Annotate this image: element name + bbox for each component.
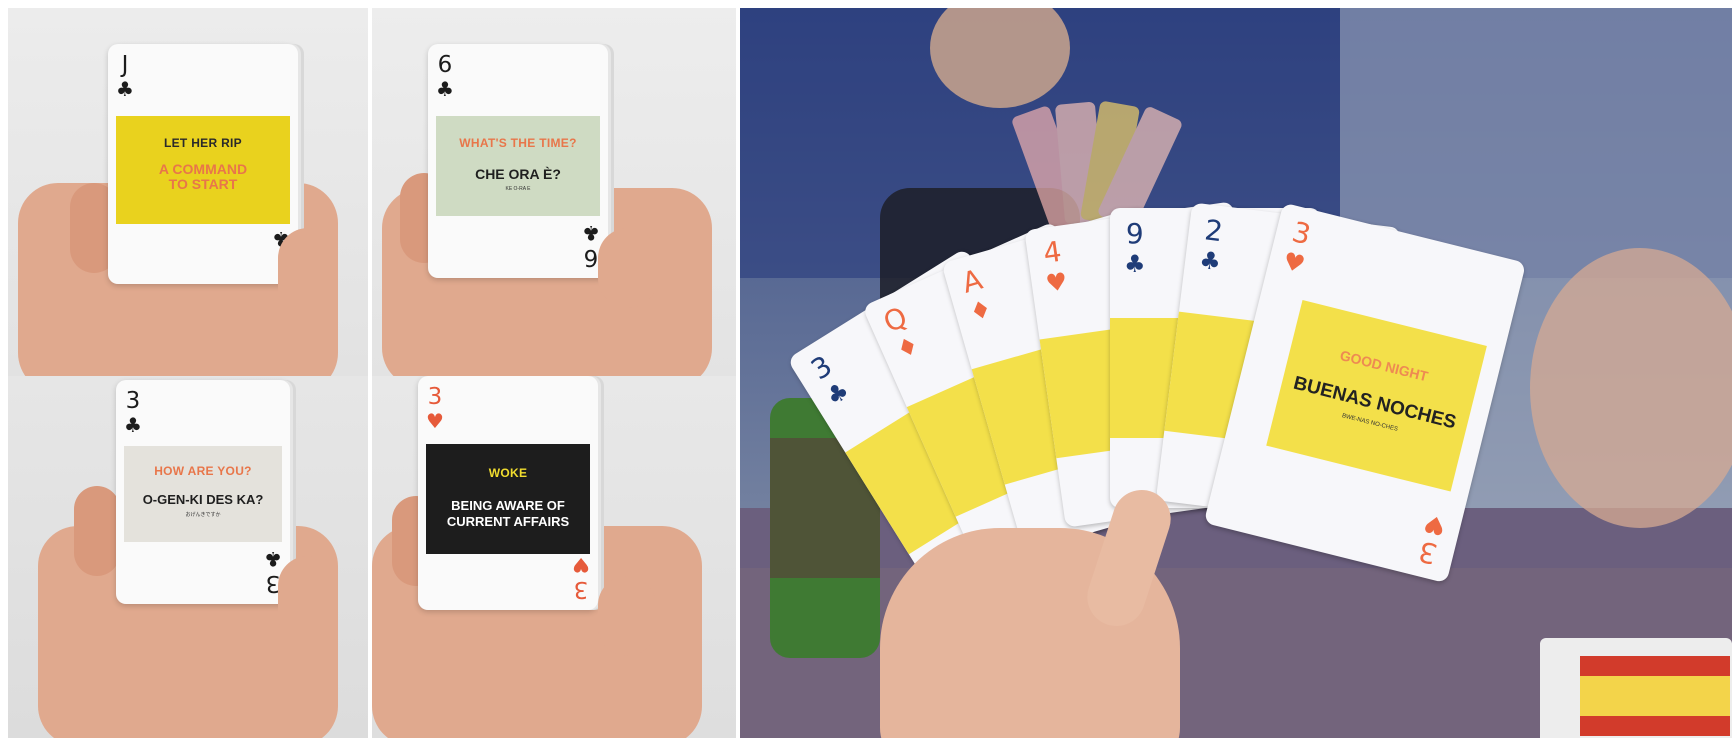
playing-card: 3 ♣ HOW ARE YOU? O-GEN-KI DES KA? おげんきです…	[116, 380, 290, 604]
card-corner-top: 6 ♣	[436, 52, 454, 101]
card-index: 3 ♣	[805, 349, 855, 412]
card-corner-top: 3 ♣	[124, 388, 142, 437]
thumb	[278, 228, 338, 318]
phrase-band: GOOD NIGHT BUENAS NOCHES BWE-NAS NO-CHES	[1266, 300, 1487, 492]
thumb	[74, 486, 120, 576]
club-icon: ♣	[821, 376, 855, 412]
phrase-translation: CHE ORA È?	[475, 166, 561, 182]
club-icon: ♣	[1124, 250, 1146, 278]
heart-icon: ♥	[426, 409, 444, 433]
card-index: 3 ♥	[1280, 215, 1315, 280]
photo-three-of-clubs: 3 ♣ HOW ARE YOU? O-GEN-KI DES KA? おげんきです…	[8, 376, 368, 738]
phrase-translation: BEING AWARE OF CURRENT AFFAIRS	[446, 498, 570, 529]
club-icon: ♣	[124, 413, 142, 437]
card-index: Q ♦	[878, 300, 924, 365]
club-icon: ♣	[1197, 245, 1223, 277]
phrase-band: WOKE BEING AWARE OF CURRENT AFFAIRS	[426, 444, 590, 554]
card-corner-top: 3 ♥	[426, 384, 444, 433]
club-icon: ♣	[582, 221, 600, 245]
playing-card: 6 ♣ WHAT'S THE TIME? CHE ORA È? KE O-RA …	[428, 44, 608, 278]
phrase-band: HOW ARE YOU? O-GEN-KI DES KA? おげんきですか	[124, 446, 282, 542]
phrase-band: LET HER RIP A COMMAND TO START	[116, 116, 290, 224]
photo-card-fan: 3 ♣ Q ♦ A ♦ 4 ♥ 9 ♣ 2 ♣ 3 ♥ GOOD NIGHT BUENAS N…	[740, 8, 1732, 738]
heart-icon: ♥	[1421, 508, 1450, 542]
card-index: 9 ♣	[1124, 217, 1146, 278]
club-icon: ♣	[116, 77, 134, 101]
thumb	[598, 576, 656, 656]
card-corner-bottom: 3 ♥	[1415, 508, 1450, 571]
phrase-phonetic: おげんきですか	[185, 512, 221, 518]
heart-icon: ♥	[1280, 246, 1308, 280]
heart-icon: ♥	[572, 553, 590, 577]
phrase-translation: O-GEN-KI DES KA?	[142, 492, 264, 507]
phrase-english: HOW ARE YOU?	[154, 464, 252, 478]
club-icon: ♣	[436, 77, 454, 101]
club-icon: ♣	[264, 547, 282, 571]
diamond-icon: ♦	[892, 330, 924, 365]
card-index: 2 ♣	[1197, 213, 1225, 277]
phrase-english: WOKE	[488, 466, 528, 480]
phrase-english: LET HER RIP	[164, 136, 242, 150]
card-corner-bottom: 3 ♥	[572, 553, 590, 602]
photo-jack-of-clubs: J ♣ LET HER RIP A COMMAND TO START J ♣	[8, 8, 368, 376]
phrase-band: WHAT'S THE TIME? CHE ORA È? KE O-RA E	[436, 116, 600, 216]
heart-icon: ♥	[1043, 267, 1070, 298]
thumb	[278, 556, 338, 646]
playing-card: 3 ♥ WOKE BEING AWARE OF CURRENT AFFAIRS …	[418, 376, 598, 610]
card-index: A ♦	[958, 262, 995, 327]
photo-three-of-hearts: 3 ♥ WOKE BEING AWARE OF CURRENT AFFAIRS …	[372, 376, 736, 738]
thumb	[598, 228, 658, 308]
phrase-english: WHAT'S THE TIME?	[459, 136, 577, 150]
card-corner-top: J ♣	[116, 52, 134, 101]
playing-card: J ♣ LET HER RIP A COMMAND TO START J ♣	[108, 44, 298, 284]
phrase-translation: A COMMAND TO START	[158, 161, 248, 192]
card-index: 4 ♥	[1041, 234, 1070, 298]
diamond-icon: ♦	[966, 294, 995, 327]
photo-six-of-clubs: 6 ♣ WHAT'S THE TIME? CHE ORA È? KE O-RA …	[372, 8, 736, 376]
phrase-phonetic: KE O-RA E	[505, 186, 531, 192]
